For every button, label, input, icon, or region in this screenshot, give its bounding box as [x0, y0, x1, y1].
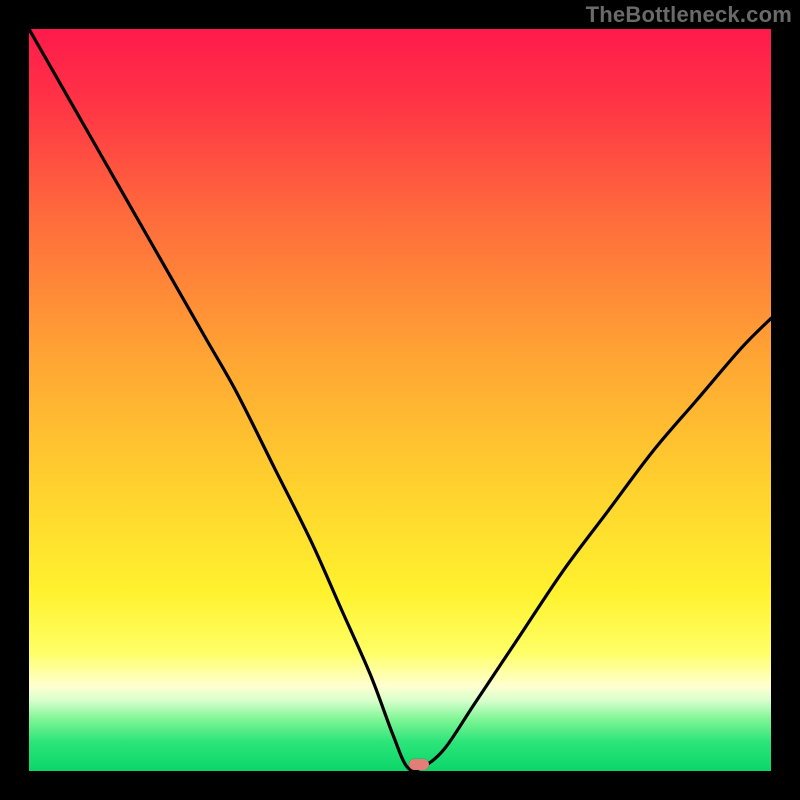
chart-frame: TheBottleneck.com — [0, 0, 800, 800]
minimum-marker — [409, 759, 429, 770]
chart-background — [29, 29, 771, 771]
chart-svg — [29, 29, 771, 771]
watermark-text: TheBottleneck.com — [586, 2, 792, 28]
plot-area — [29, 29, 771, 771]
